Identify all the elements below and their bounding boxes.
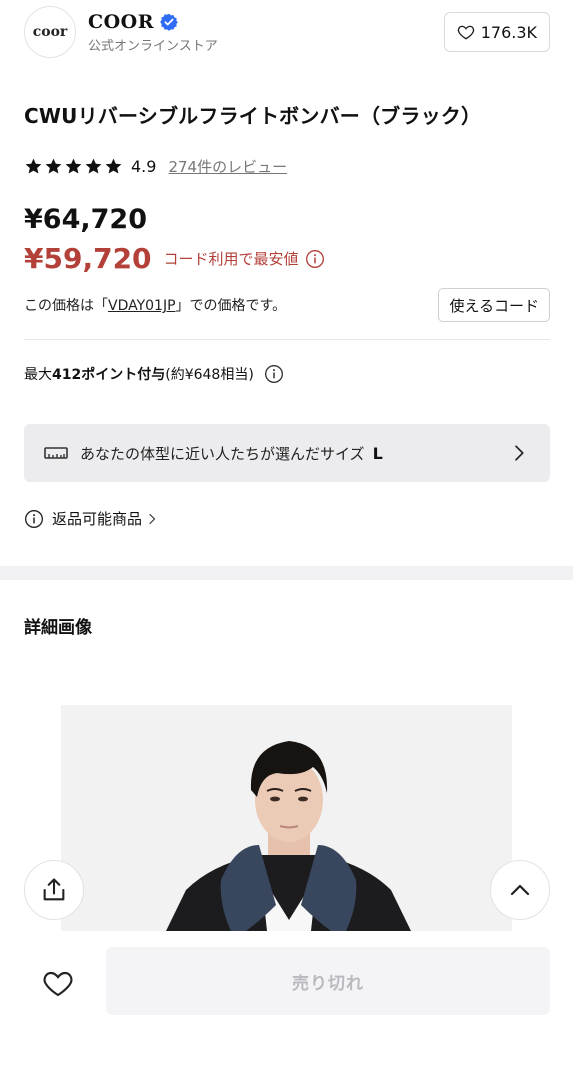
sold-out-button[interactable]: 売り切れ [106, 947, 550, 1015]
points-prefix: 最大 [24, 367, 52, 383]
heart-icon [43, 971, 73, 997]
brand-name[interactable]: COOR [88, 11, 154, 33]
chevron-right-icon [515, 445, 524, 461]
star-icon [105, 158, 122, 174]
brand-subtitle: 公式オンラインストア [88, 38, 218, 54]
points-amount: 412ポイント付与 [52, 367, 166, 383]
size-recommendation-bar[interactable]: あなたの体型に近い人たちが選んだサイズ L [24, 424, 550, 482]
favorite-button[interactable] [38, 963, 78, 1003]
return-policy-label: 返品可能商品 [52, 510, 143, 528]
bottom-action-bar: 売り切れ [0, 931, 573, 1080]
section-separator [0, 566, 573, 580]
use-code-button[interactable]: 使えるコード [438, 288, 550, 322]
size-recommendation-text: あなたの体型に近い人たちが選んだサイズ [80, 444, 365, 463]
model-photo-image [61, 705, 512, 931]
divider [24, 339, 550, 340]
info-icon[interactable] [305, 249, 325, 269]
product-title: CWUリバーシブルフライトボンバー（ブラック） [24, 104, 482, 128]
coupon-code-text: この価格は「VDAY01JP」での価格です。 [24, 298, 287, 314]
original-price: ¥64,720 [24, 204, 147, 235]
like-button[interactable]: 176.3K [443, 12, 550, 52]
heart-icon [457, 25, 474, 40]
chevron-up-icon [510, 884, 530, 896]
review-link[interactable]: 274件のレビュー [168, 156, 287, 177]
star-icon [25, 158, 42, 174]
star-icon [65, 158, 82, 174]
detail-images-title: 詳細画像 [24, 618, 92, 638]
return-policy-link[interactable]: 返品可能商品 [24, 508, 158, 529]
info-icon [25, 509, 43, 528]
brand-info[interactable]: COOR 公式オンラインストア [88, 11, 218, 54]
star-icon [85, 158, 102, 174]
points-equivalent: (約¥648相当) [165, 367, 254, 383]
rating-stars [24, 157, 123, 176]
brand-logo[interactable]: coor [24, 6, 76, 58]
share-button[interactable] [24, 860, 84, 920]
scroll-to-top-button[interactable] [490, 860, 550, 920]
info-icon[interactable] [264, 364, 284, 384]
sale-price-note: コード利用で最安値 [163, 250, 299, 268]
coupon-code-link[interactable]: VDAY01JP [108, 298, 176, 314]
sale-price-row: ¥59,720 コード利用で最安値 [24, 242, 325, 275]
chevron-right-icon [149, 513, 156, 524]
like-count: 176.3K [480, 22, 537, 42]
star-icon [45, 158, 62, 174]
brand-header: coor COOR 公式オンラインストア 176.3K [24, 6, 550, 58]
sale-price: ¥59,720 [24, 242, 152, 275]
points-row: 最大 412ポイント付与 (約¥648相当) [24, 364, 284, 384]
rating-value: 4.9 [131, 157, 157, 176]
coupon-code-row: この価格は「VDAY01JP」での価格です。 使えるコード [24, 288, 550, 322]
rating-row: 4.9 274件のレビュー [24, 156, 287, 177]
product-photo[interactable] [61, 705, 512, 931]
share-icon [43, 878, 65, 901]
verified-badge-icon [160, 13, 178, 31]
recommended-size: L [372, 443, 383, 463]
ruler-icon [44, 447, 68, 459]
